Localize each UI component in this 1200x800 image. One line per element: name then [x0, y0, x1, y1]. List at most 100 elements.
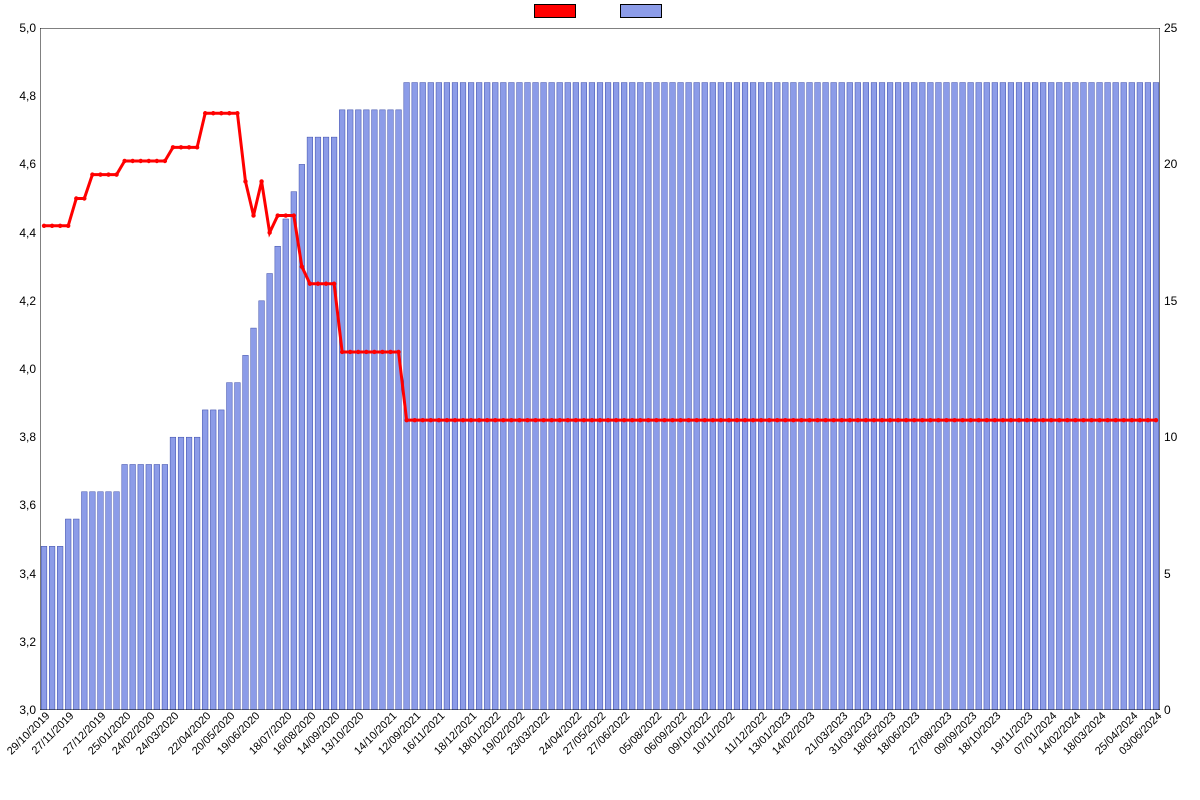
bar [251, 328, 257, 710]
bar [331, 137, 337, 710]
y-left-tick-label: 4,2 [0, 294, 36, 308]
y-left-tick-label: 3,8 [0, 430, 36, 444]
bar [492, 83, 498, 710]
bar [903, 83, 909, 710]
bar [863, 83, 869, 710]
bar [573, 83, 579, 710]
y-left-tick-label: 4,8 [0, 89, 36, 103]
bar [629, 83, 635, 710]
bar [283, 219, 289, 710]
bar [444, 83, 450, 710]
bar [307, 137, 313, 710]
bar [1024, 83, 1030, 710]
bar [130, 464, 136, 710]
bar [1089, 83, 1095, 710]
bar [944, 83, 950, 710]
bar [146, 464, 152, 710]
bar [412, 83, 418, 710]
bar [621, 83, 627, 710]
y-right-tick-label: 10 [1164, 430, 1200, 444]
bar [968, 83, 974, 710]
bar [1048, 83, 1054, 710]
bar [831, 83, 837, 710]
bar [106, 492, 112, 710]
bar [605, 83, 611, 710]
bar [218, 410, 224, 710]
bar [549, 83, 555, 710]
bar [686, 83, 692, 710]
bar [476, 83, 482, 710]
y-left-tick-label: 5,0 [0, 21, 36, 35]
bar [581, 83, 587, 710]
bar [662, 83, 668, 710]
bar [436, 83, 442, 710]
bar [420, 83, 426, 710]
bar [960, 83, 966, 710]
bar [565, 83, 571, 710]
bar [396, 110, 402, 710]
bar [694, 83, 700, 710]
bar [702, 83, 708, 710]
bar [613, 83, 619, 710]
bar [823, 83, 829, 710]
y-left-tick-label: 4,4 [0, 226, 36, 240]
bar [202, 410, 208, 710]
bar [315, 137, 321, 710]
bar [291, 192, 297, 710]
y-right-tick-label: 20 [1164, 157, 1200, 171]
bar [791, 83, 797, 710]
bar [484, 83, 490, 710]
bar [936, 83, 942, 710]
bar [815, 83, 821, 710]
bar [1137, 83, 1143, 710]
bar [879, 83, 885, 710]
bar [887, 83, 893, 710]
bar [460, 83, 466, 710]
bar [637, 83, 643, 710]
bar [65, 519, 71, 710]
bar [847, 83, 853, 710]
bar [525, 83, 531, 710]
bar [49, 546, 55, 710]
bar [750, 83, 756, 710]
bar [1065, 83, 1071, 710]
y-right-tick-label: 0 [1164, 703, 1200, 717]
bar [210, 410, 216, 710]
bar [372, 110, 378, 710]
bar [1153, 83, 1159, 710]
bar [57, 546, 63, 710]
bar [871, 83, 877, 710]
bar [162, 464, 168, 710]
bar [98, 492, 104, 710]
bar [428, 83, 434, 710]
bar [597, 83, 603, 710]
bar [928, 83, 934, 710]
plot-svg [40, 28, 1160, 710]
y-left-tick-label: 3,6 [0, 498, 36, 512]
bar [976, 83, 982, 710]
bar [1129, 83, 1135, 710]
bar [742, 83, 748, 710]
bar [178, 437, 184, 710]
bar [347, 110, 353, 710]
bar [154, 464, 160, 710]
y-right-tick-label: 5 [1164, 567, 1200, 581]
bar [541, 83, 547, 710]
bar [186, 437, 192, 710]
bar [122, 464, 128, 710]
bar [799, 83, 805, 710]
legend-item-series2 [620, 4, 666, 18]
bar [452, 83, 458, 710]
bar [557, 83, 563, 710]
bar [1145, 83, 1151, 710]
bar [1016, 83, 1022, 710]
bar [1121, 83, 1127, 710]
bar [1000, 83, 1006, 710]
bar [194, 437, 200, 710]
bar [90, 492, 96, 710]
bar [758, 83, 764, 710]
bar [1040, 83, 1046, 710]
y-left-tick-label: 3,0 [0, 703, 36, 717]
bar [380, 110, 386, 710]
bar [138, 464, 144, 710]
